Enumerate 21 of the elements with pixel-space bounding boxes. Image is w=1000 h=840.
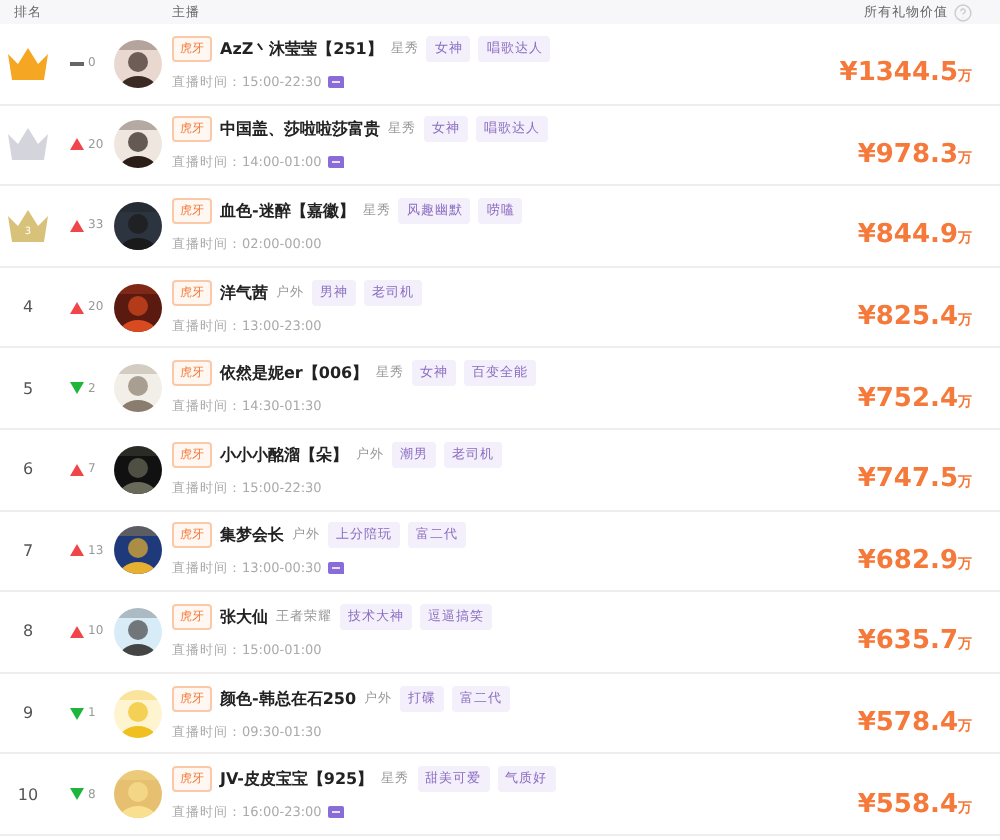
streamer-name[interactable]: 洋气茜 (220, 281, 268, 304)
streamer-name[interactable]: 集梦会长 (220, 524, 284, 547)
streamer-name[interactable]: 依然是妮er【006】 (220, 362, 369, 385)
rank-number: 6 (22, 460, 34, 479)
streamer-name[interactable]: 血色-迷醉【嘉徽】 (220, 199, 355, 222)
rank-number: 7 (22, 541, 34, 560)
streamer-name[interactable]: AzZ丶沐莹莹【251】 (220, 37, 383, 60)
rank-number: 4 (22, 298, 34, 317)
chat-icon[interactable] (327, 75, 344, 90)
streamer-name[interactable]: 中国盖、莎啦啦莎富贵 (220, 118, 380, 141)
rank-number: 9 (22, 704, 34, 723)
streamer-name[interactable]: 小小小酩溜【朵】 (220, 443, 348, 466)
rank-number: 5 (22, 379, 34, 398)
rank-number: 10 (17, 785, 39, 804)
streamer-name[interactable]: 颜色-韩总在石250 (220, 687, 357, 710)
streamer-name[interactable]: 张大仙 (220, 605, 268, 628)
chat-icon[interactable] (327, 562, 344, 577)
chat-icon[interactable] (327, 156, 344, 171)
rank-number: 8 (22, 622, 34, 641)
streamer-name[interactable]: JV-皮皮宝宝【925】 (220, 768, 374, 791)
chat-icon[interactable] (327, 806, 344, 821)
